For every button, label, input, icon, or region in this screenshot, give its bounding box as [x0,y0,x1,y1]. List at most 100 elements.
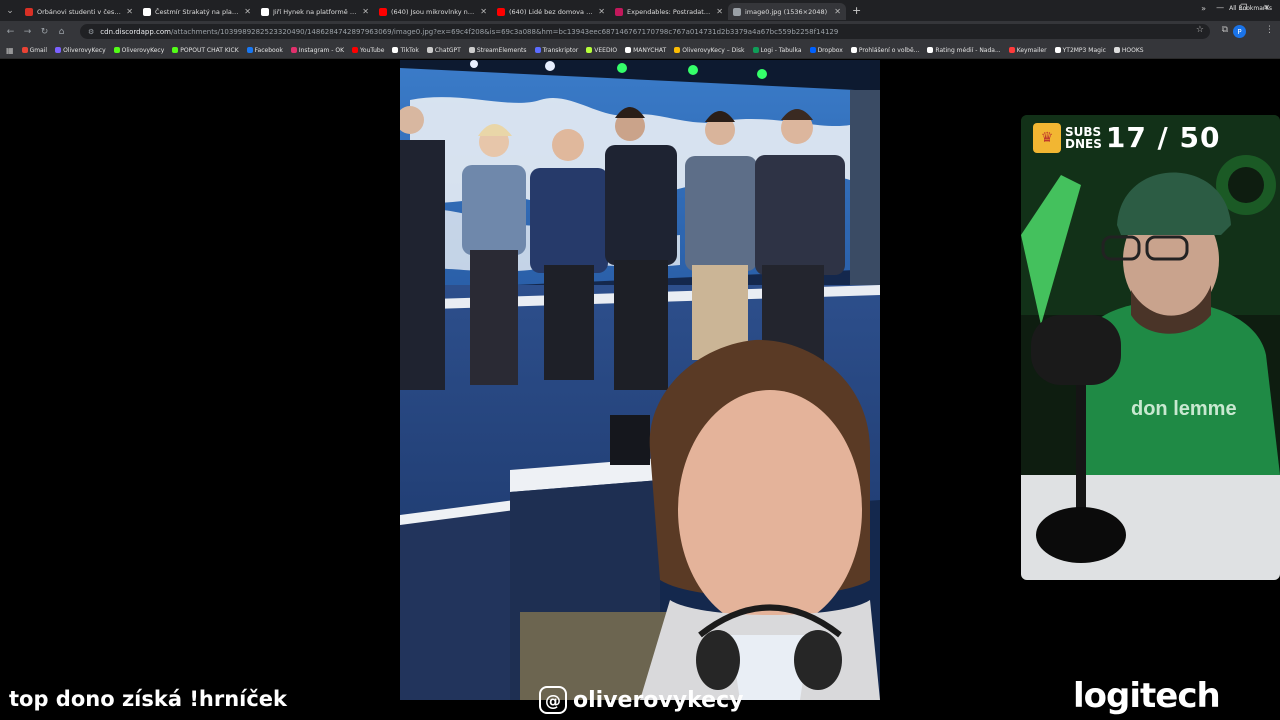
bookmark-favicon-icon [113,47,120,53]
tab-close-icon[interactable]: ✕ [716,7,723,16]
bookmark-item[interactable]: Keymailer [1008,47,1047,54]
bookmark-item[interactable]: Facebook [246,46,283,54]
bookmark-label: MANYCHAT [633,46,667,54]
bookmark-item[interactable]: OliverovyKecy [55,47,106,54]
tab-favicon-icon [733,7,741,16]
browser-tab[interactable]: Expendables: Postradatelní (20✕ [610,3,728,20]
social-handle-overlay: @ oliverovykecy [539,686,743,714]
bookmark-label: VEEDIO [594,46,618,54]
bookmark-item[interactable]: VEEDIO [586,47,617,54]
bookmark-item[interactable]: Logi - Tabulka [752,46,802,54]
bookmark-item[interactable]: Prohlášení o volbě... [850,47,919,54]
browser-tab[interactable]: Orbánovi studenti v české sně ✕ [20,3,138,20]
bookmark-label: Transkriptor [542,46,579,54]
sponsor-logo: logitech [1073,676,1221,716]
bookmark-label: OliverovyKecy [63,46,106,54]
extensions-icon[interactable]: ⧉ [1222,25,1228,35]
threads-icon: @ [539,686,567,714]
bookmark-item[interactable]: OliverovyKecy – Disk [674,46,745,54]
minimize-icon[interactable]: — [1216,3,1224,12]
tab-close-icon[interactable]: ✕ [126,7,133,16]
tab-close-icon[interactable]: ✕ [362,7,369,16]
tab-search-icon[interactable]: ⌄ [0,0,20,21]
browser-tab[interactable]: (640) Lidé bez domova v rámci ✕ [492,3,610,20]
menu-icon[interactable]: ⋮ [1265,25,1274,35]
bookmark-label: YT2MP3 Magic [1062,46,1106,54]
bookmark-item[interactable]: Gmail [21,46,48,54]
bookmark-label: OliverovyKecy – Disk [682,46,745,54]
bookmark-item[interactable]: POPOUT CHAT KICK [172,47,239,54]
subs-label-line1: SUBS [1065,124,1102,139]
bookmark-item[interactable]: HOOKS [1113,47,1144,54]
bookmark-favicon-icon [752,47,759,53]
bookmark-item[interactable]: Instagram - OK [290,46,345,54]
bookmark-favicon-icon [392,47,399,53]
home-icon[interactable]: ⌂ [53,27,70,37]
apps-icon[interactable]: ▦ [6,46,14,55]
bookmark-label: Logi - Tabulka [760,46,802,54]
bookmark-label: OliverovyKecy [121,46,165,54]
forward-icon[interactable]: → [19,27,36,37]
tab-close-icon[interactable]: ✕ [598,7,605,16]
browser-tab[interactable]: Jiří Hynek na platformě X: „Mar ✕ [256,3,374,20]
tab-title: Čestmír Strakatý na platformě X [155,7,241,16]
bookmark-label: ChatGPT [434,46,461,54]
site-info-icon[interactable]: ⚙ [88,28,94,36]
bookmark-label: Instagram - OK [298,46,345,54]
bookmarks-overflow-icon[interactable]: » [1201,4,1206,13]
bookmark-favicon-icon [55,47,62,53]
svg-text:don lemme: don lemme [1131,398,1237,420]
tab-favicon-icon [261,7,269,16]
tab-title: Expendables: Postradatelní (20 [627,7,713,16]
bookmark-item[interactable]: TikTok [392,47,419,54]
subs-counter: ♛ SUBS DNES 17 / 50 [1033,121,1221,154]
crown-icon: ♛ [1033,122,1061,153]
bookmark-item[interactable]: YouTube [352,47,384,54]
bookmark-item[interactable]: Dropbox [809,46,843,54]
browser-tab[interactable]: Čestmír Strakatý na platformě X✕ [138,3,256,20]
bookmark-favicon-icon [290,47,297,53]
bookmark-item[interactable]: Transkriptor [534,46,579,54]
tabs-container: Orbánovi studenti v české sně✕Čestmír St… [20,1,846,20]
browser-tab[interactable]: (640) Jsou mikrovlnky nebezpe ✕ [374,3,492,20]
tab-title: (640) Jsou mikrovlnky nebezpe [391,7,476,16]
webcam-feed: don lemme ♛ SUBS DNES 17 / 50 [1021,115,1280,580]
bookmark-item[interactable]: YT2MP3 Magic [1054,46,1106,54]
bookmark-star-icon[interactable]: ☆ [1196,25,1204,35]
reload-icon[interactable]: ↻ [36,27,53,37]
back-icon[interactable]: ← [2,27,19,37]
subs-label-line2: DNES [1065,136,1102,151]
bookmark-item[interactable]: OliverovyKecy [113,46,165,54]
bookmark-item[interactable]: MANYCHAT [625,47,666,54]
toolbar: ← → ↻ ⌂ ⚙ cdn.discordapp.com/attachments… [0,21,1280,42]
bookmark-label: StreamElements [476,46,527,54]
new-tab-icon[interactable]: + [852,4,861,17]
browser-tab[interactable]: image0.jpg (1536×2048) ✕ [728,3,846,20]
bookmark-favicon-icon [809,47,816,53]
bookmark-item[interactable]: Rating médií - Nada... [927,47,1001,54]
bookmark-label: Facebook [254,46,283,54]
subs-count: 17 / 50 [1105,121,1221,154]
bookmark-favicon-icon [21,47,28,53]
profile-avatar[interactable]: P [1233,25,1246,38]
bookmark-label: Dropbox [817,46,843,54]
bookmark-item[interactable]: ChatGPT [426,46,461,54]
bookmark-favicon-icon [246,47,253,53]
address-bar[interactable]: ⚙ cdn.discordapp.com/attachments/1039989… [80,24,1210,39]
bookmark-label: Gmail [29,46,48,54]
tab-favicon-icon [379,7,387,16]
url-host: cdn.discordapp.com [100,27,171,36]
tab-close-icon[interactable]: ✕ [834,7,841,16]
tab-close-icon[interactable]: ✕ [480,7,487,16]
bookmark-favicon-icon [850,47,857,53]
photo-image [400,60,880,700]
image-viewer [400,60,880,700]
tab-close-icon[interactable]: ✕ [244,7,251,16]
tab-favicon-icon [497,7,505,16]
tab-favicon-icon [143,7,151,16]
bookmark-favicon-icon [468,47,475,53]
subs-label: SUBS DNES [1065,126,1102,150]
tab-title: Orbánovi studenti v české sně [37,7,122,16]
bookmark-item[interactable]: StreamElements [468,46,527,54]
all-bookmarks-button[interactable]: All Bookmarks [1229,5,1272,12]
